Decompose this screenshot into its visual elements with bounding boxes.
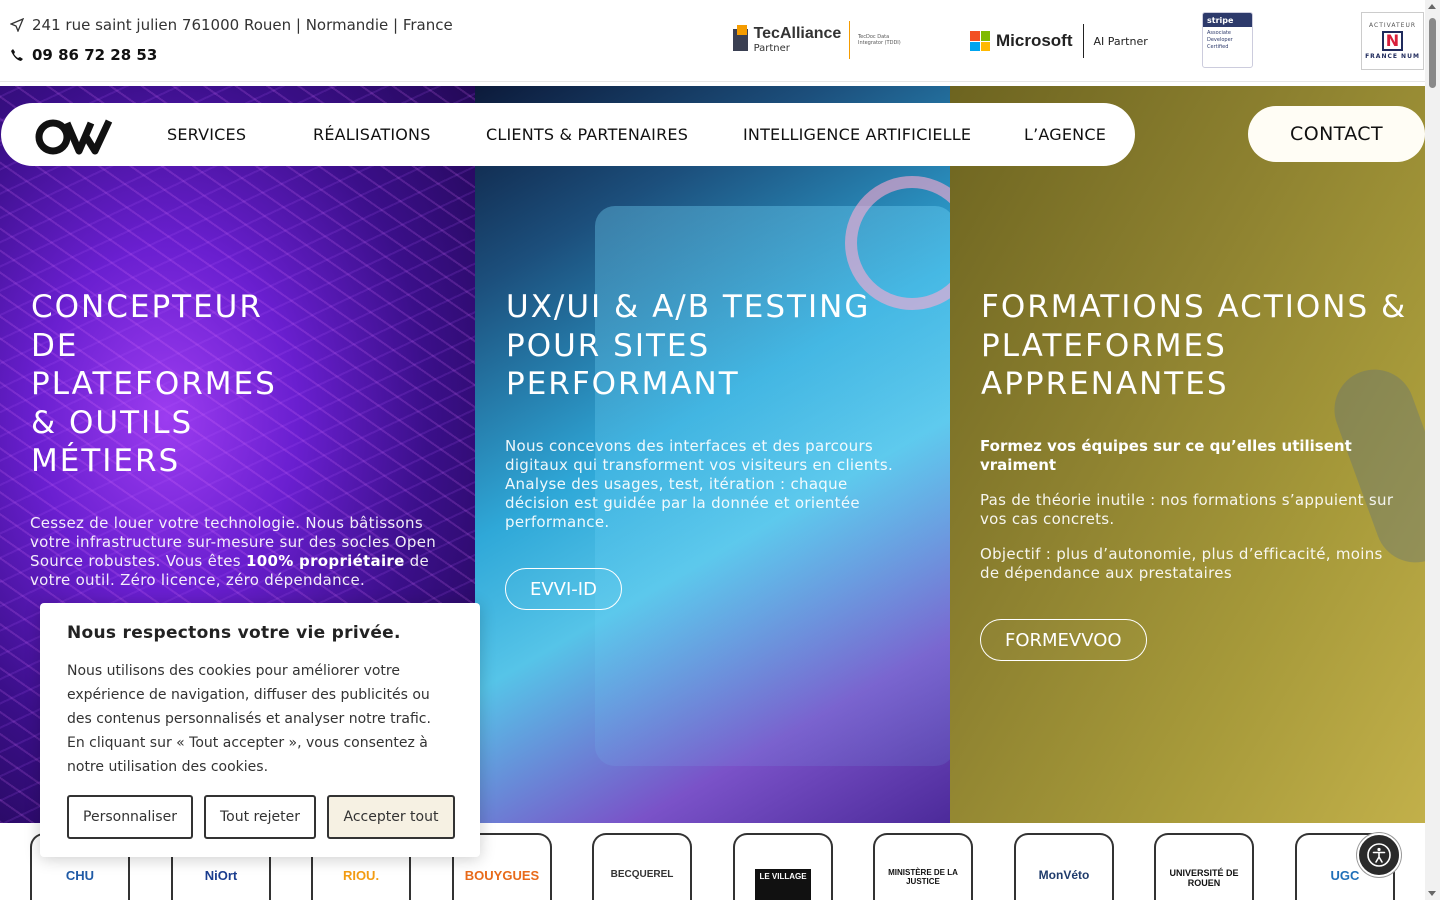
- accessibility-button[interactable]: [1357, 833, 1401, 877]
- client-card[interactable]: UNIVERSITÉ DE ROUEN: [1154, 833, 1254, 900]
- phone-icon: [11, 49, 23, 61]
- scrollbar-thumb[interactable]: [1429, 18, 1436, 88]
- panel-text: Cessez de louer votre technologie. Nous …: [30, 514, 437, 589]
- panel-title: UX/UI & A/B TESTING POUR SITES PERFORMAN…: [506, 289, 871, 402]
- client-logo: CHU: [65, 868, 95, 883]
- page-scrollbar[interactable]: [1425, 0, 1440, 900]
- scroll-down-icon[interactable]: [1428, 891, 1436, 896]
- nav-item-ai[interactable]: INTELLIGENCE ARTIFICIELLE: [743, 125, 971, 144]
- accept-all-button[interactable]: Accepter tout: [327, 795, 455, 839]
- stripe-certified-badge: stripe Associate Developer Certified: [1202, 12, 1253, 68]
- formevvoo-button[interactable]: FORMEVVOO: [980, 619, 1147, 661]
- client-logo: MINISTÈRE DE LA JUSTICE: [888, 868, 958, 886]
- client-logo: RIOU.: [342, 868, 380, 883]
- microsoft-partner-logo: Microsoft AI Partner: [970, 22, 1148, 60]
- evvi-id-button[interactable]: EVVI-ID: [505, 568, 622, 610]
- nav-item-clients[interactable]: CLIENTS & PARTENAIRES: [486, 125, 688, 144]
- address-text: 241 rue saint julien 761000 Rouen | Norm…: [32, 16, 453, 34]
- client-logo: BECQUEREL: [610, 869, 674, 880]
- france-num-badge: ACTIVATEUR N FRANCE NUM: [1361, 12, 1424, 70]
- nav-item-realisations[interactable]: RÉALISATIONS: [313, 125, 431, 144]
- microsoft-icon: [970, 31, 990, 51]
- phone[interactable]: 09 86 72 28 53: [10, 46, 157, 64]
- main-nav: SERVICES RÉALISATIONS CLIENTS & PARTENAI…: [1, 103, 1135, 166]
- accessibility-icon: [1367, 843, 1391, 867]
- location-arrow-icon: [10, 18, 24, 32]
- client-logo: LE VILLAGE: [755, 869, 811, 900]
- nav-item-agence[interactable]: L’AGENCE: [1024, 125, 1106, 144]
- cookie-buttons: Personnaliser Tout rejeter Accepter tout: [67, 795, 455, 839]
- nav-item-services[interactable]: SERVICES: [167, 125, 246, 144]
- client-card[interactable]: BECQUEREL: [592, 833, 692, 900]
- cookie-consent-dialog: Nous respectons votre vie privée. Nous u…: [40, 603, 480, 857]
- client-logo: UNIVERSITÉ DE ROUEN: [1169, 868, 1239, 888]
- reject-all-button[interactable]: Tout rejeter: [204, 795, 316, 839]
- client-logo: UGC: [1330, 868, 1360, 883]
- client-card[interactable]: MINISTÈRE DE LA JUSTICE: [873, 833, 973, 900]
- panel-text: Pas de théorie inutile : nos formations …: [980, 491, 1394, 528]
- scroll-up-icon[interactable]: [1428, 4, 1436, 9]
- panel-text: Nous concevons des interfaces et des par…: [505, 437, 894, 531]
- panel-lead: Formez vos équipes sur ce qu’elles utili…: [980, 437, 1352, 474]
- client-card[interactable]: LE VILLAGE: [733, 833, 833, 900]
- panel-title: FORMATIONS ACTIONS & PLATEFORMES APPRENA…: [981, 289, 1408, 402]
- client-logo: BOUYGUES: [464, 868, 540, 883]
- hero-panel-formations: FORMATIONS ACTIONS & PLATEFORMES APPRENA…: [950, 86, 1425, 823]
- evvi-logo-icon[interactable]: [35, 115, 113, 155]
- address: 241 rue saint julien 761000 Rouen | Norm…: [10, 16, 453, 34]
- top-bar: 241 rue saint julien 761000 Rouen | Norm…: [0, 0, 1425, 82]
- client-card[interactable]: MonVéto: [1014, 833, 1114, 900]
- phone-number[interactable]: 09 86 72 28 53: [32, 46, 157, 64]
- client-logo: MonVéto: [1038, 868, 1090, 882]
- panel-title: CONCEPTEUR DE PLATEFORMES & OUTILS MÉTIE…: [31, 289, 277, 479]
- france-num-icon: N: [1381, 31, 1404, 51]
- customize-cookies-button[interactable]: Personnaliser: [67, 795, 193, 839]
- tecalliance-partner-logo: TecAlliance Partner TecDoc Data Integrat…: [733, 20, 908, 60]
- panel-text: Objectif : plus d’autonomie, plus d’effi…: [980, 545, 1383, 582]
- contact-button[interactable]: CONTACT: [1248, 106, 1425, 162]
- client-logo: NiOrt: [204, 868, 238, 883]
- hero-panel-ux: UX/UI & A/B TESTING POUR SITES PERFORMAN…: [475, 86, 950, 823]
- tecalliance-icon: [733, 25, 748, 51]
- cookie-text: Nous utilisons des cookies pour améliore…: [67, 663, 431, 775]
- cookie-title: Nous respectons votre vie privée.: [67, 623, 401, 643]
